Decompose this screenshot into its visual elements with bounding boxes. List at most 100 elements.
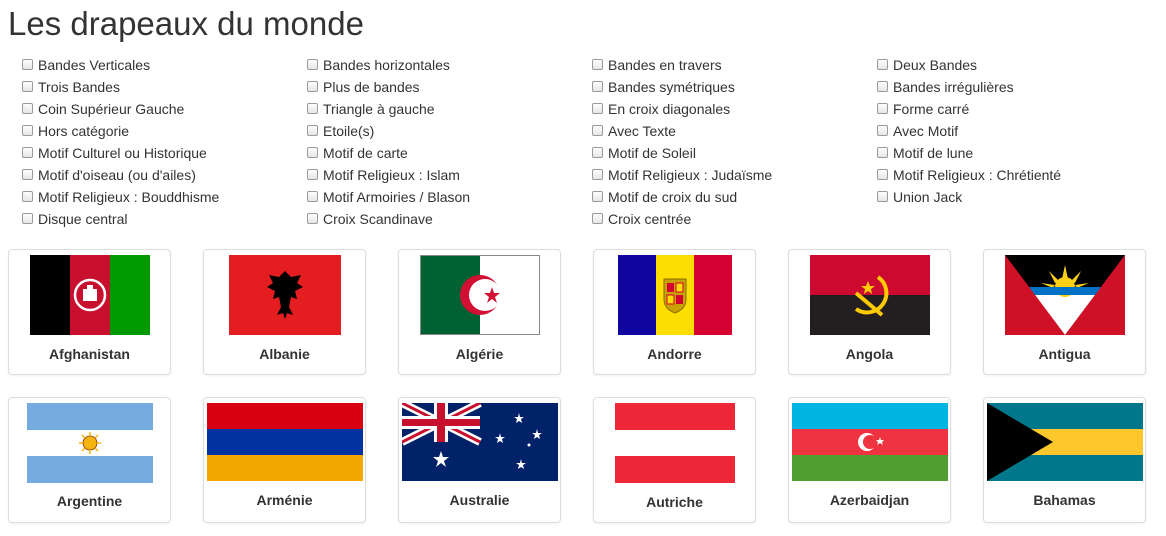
angola-flag xyxy=(809,255,930,335)
checkbox[interactable] xyxy=(592,124,603,136)
page-title: Les drapeaux du monde xyxy=(8,5,364,42)
checkbox[interactable] xyxy=(307,146,318,158)
checkbox[interactable] xyxy=(307,124,318,136)
andorra-flag xyxy=(617,255,732,335)
checkbox[interactable] xyxy=(22,168,33,180)
filter-coin-superieur-gauche[interactable]: Coin Supérieur Gauche xyxy=(22,98,307,120)
checkbox[interactable] xyxy=(877,58,888,70)
country-card-afghanistan[interactable]: Afghanistan xyxy=(8,249,171,375)
checkbox[interactable] xyxy=(877,80,888,92)
country-card-austria[interactable]: Autriche xyxy=(593,397,756,523)
armenia-flag xyxy=(206,403,363,481)
country-card-antigua[interactable]: Antigua xyxy=(983,249,1146,375)
country-name: Antigua xyxy=(1038,346,1091,362)
country-card-azerbaijan[interactable]: Azerbaidjan xyxy=(788,397,951,523)
filter-union-jack[interactable]: Union Jack xyxy=(877,186,1162,208)
filter-croix-scandinave[interactable]: Croix Scandinave xyxy=(307,208,592,230)
checkbox[interactable] xyxy=(307,80,318,92)
filter-croix-centree[interactable]: Croix centrée xyxy=(592,208,877,230)
country-name: Argentine xyxy=(56,493,123,509)
filter-disque-central[interactable]: Disque central xyxy=(22,208,307,230)
filter-etoiles[interactable]: Etoile(s) xyxy=(307,120,592,142)
filter-religieux-islam[interactable]: Motif Religieux : Islam xyxy=(307,164,592,186)
country-name: Algérie xyxy=(455,346,504,362)
filter-trois-bandes[interactable]: Trois Bandes xyxy=(22,76,307,98)
filter-motif-oiseau[interactable]: Motif d'oiseau (ou d'ailes) xyxy=(22,164,307,186)
country-name: Bahamas xyxy=(1033,492,1096,508)
checkbox[interactable] xyxy=(877,168,888,180)
algeria-flag xyxy=(419,255,540,335)
country-card-bahamas[interactable]: Bahamas xyxy=(983,397,1146,523)
checkbox[interactable] xyxy=(22,212,33,224)
filter-triangle-a-gauche[interactable]: Triangle à gauche xyxy=(307,98,592,120)
checkbox[interactable] xyxy=(877,102,888,114)
country-name: Azerbaidjan xyxy=(829,492,910,508)
filter-forme-carre[interactable]: Forme carré xyxy=(877,98,1162,120)
country-name: Autriche xyxy=(646,494,703,510)
checkbox[interactable] xyxy=(592,190,603,202)
checkbox[interactable] xyxy=(22,190,33,202)
checkbox[interactable] xyxy=(592,168,603,180)
filter-motif-culturel[interactable]: Motif Culturel ou Historique xyxy=(22,142,307,164)
austria-flag xyxy=(614,403,735,483)
filter-motif-de-soleil[interactable]: Motif de Soleil xyxy=(592,142,877,164)
checkbox[interactable] xyxy=(592,80,603,92)
filter-croix-du-sud[interactable]: Motif de croix du sud xyxy=(592,186,877,208)
filter-plus-de-bandes[interactable]: Plus de bandes xyxy=(307,76,592,98)
checkbox[interactable] xyxy=(877,190,888,202)
filter-armoiries-blason[interactable]: Motif Armoiries / Blason xyxy=(307,186,592,208)
country-card-andorra[interactable]: Andorre xyxy=(593,249,756,375)
country-name: Andorre xyxy=(647,346,702,362)
checkbox[interactable] xyxy=(877,124,888,136)
filter-avec-texte[interactable]: Avec Texte xyxy=(592,120,877,142)
checkbox[interactable] xyxy=(22,124,33,136)
country-card-albania[interactable]: Albanie xyxy=(203,249,366,375)
checkbox[interactable] xyxy=(877,146,888,158)
argentina-flag xyxy=(26,403,153,483)
country-name: Angola xyxy=(845,346,894,362)
filter-religieux-chretiente[interactable]: Motif Religieux : Chrétienté xyxy=(877,164,1162,186)
antigua-flag xyxy=(1004,255,1125,335)
filter-bandes-horizontales[interactable]: Bandes horizontales xyxy=(307,54,592,76)
filter-motif-de-lune[interactable]: Motif de lune xyxy=(877,142,1162,164)
filter-checkbox-grid: Bandes Verticales Bandes horizontales Ba… xyxy=(22,54,1162,230)
checkbox[interactable] xyxy=(592,102,603,114)
country-card-argentina[interactable]: Argentine xyxy=(8,397,171,523)
filter-hors-categorie[interactable]: Hors catégorie xyxy=(22,120,307,142)
country-card-australia[interactable]: Australie xyxy=(398,397,561,523)
checkbox[interactable] xyxy=(307,102,318,114)
bahamas-flag xyxy=(986,403,1143,481)
australia-flag xyxy=(401,403,558,481)
country-name: Australie xyxy=(449,492,510,508)
filter-religieux-bouddhisme[interactable]: Motif Religieux : Bouddhisme xyxy=(22,186,307,208)
filter-bandes-en-travers[interactable]: Bandes en travers xyxy=(592,54,877,76)
checkbox[interactable] xyxy=(592,146,603,158)
country-name: Albanie xyxy=(259,346,310,362)
checkbox[interactable] xyxy=(22,146,33,158)
filter-bandes-verticales[interactable]: Bandes Verticales xyxy=(22,54,307,76)
filter-religieux-judaisme[interactable]: Motif Religieux : Judaïsme xyxy=(592,164,877,186)
azerbaijan-flag xyxy=(791,403,948,481)
filter-avec-motif[interactable]: Avec Motif xyxy=(877,120,1162,142)
checkbox[interactable] xyxy=(592,212,603,224)
checkbox[interactable] xyxy=(592,58,603,70)
afghanistan-flag xyxy=(29,255,150,335)
country-card-armenia[interactable]: Arménie xyxy=(203,397,366,523)
filter-motif-de-carte[interactable]: Motif de carte xyxy=(307,142,592,164)
filter-en-croix-diagonales[interactable]: En croix diagonales xyxy=(592,98,877,120)
filter-deux-bandes[interactable]: Deux Bandes xyxy=(877,54,1162,76)
checkbox[interactable] xyxy=(22,80,33,92)
country-name: Afghanistan xyxy=(49,346,130,362)
checkbox[interactable] xyxy=(307,58,318,70)
country-name: Arménie xyxy=(256,492,313,508)
country-card-angola[interactable]: Angola xyxy=(788,249,951,375)
checkbox[interactable] xyxy=(22,102,33,114)
checkbox[interactable] xyxy=(22,58,33,70)
filter-bandes-symetriques[interactable]: Bandes symétriques xyxy=(592,76,877,98)
country-card-algeria[interactable]: Algérie xyxy=(398,249,561,375)
albania-flag xyxy=(228,255,341,335)
checkbox[interactable] xyxy=(307,190,318,202)
checkbox[interactable] xyxy=(307,168,318,180)
filter-bandes-irregulieres[interactable]: Bandes irrégulières xyxy=(877,76,1162,98)
checkbox[interactable] xyxy=(307,212,318,224)
